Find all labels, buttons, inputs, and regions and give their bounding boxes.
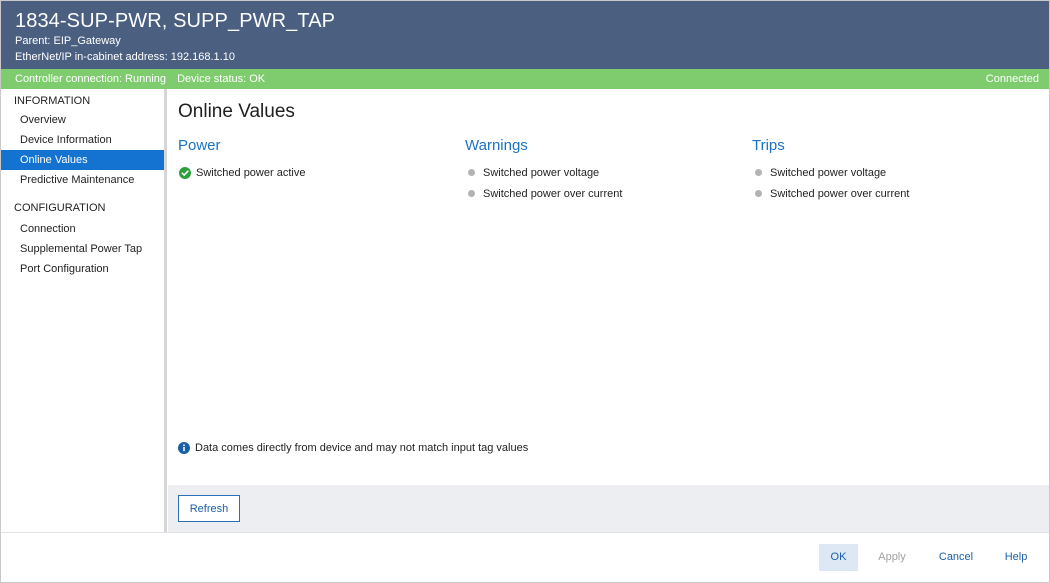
status-bar: Controller connection: Running Device st…: [1, 69, 1049, 89]
status-dot-icon: [468, 190, 475, 197]
action-bar: Refresh: [168, 485, 1049, 532]
dialog-window: 1834-SUP-PWR, SUPP_PWR_TAP Parent: EIP_G…: [0, 0, 1050, 583]
sidebar-item-connection[interactable]: Connection: [1, 219, 164, 239]
connection-status: Connected: [985, 73, 1039, 85]
apply-button[interactable]: Apply: [867, 544, 917, 571]
help-button[interactable]: Help: [997, 544, 1035, 571]
trips-section: Trips Switched power voltage Switched po…: [752, 137, 1032, 204]
trips-heading: Trips: [752, 137, 785, 154]
info-icon: [178, 442, 190, 454]
status-dot-icon: [755, 169, 762, 176]
warning-over-current-label: Switched power over current: [483, 187, 623, 200]
status-row: Switched power active: [178, 162, 458, 183]
sidebar-item-device-information[interactable]: Device Information: [1, 130, 164, 150]
dialog-header: 1834-SUP-PWR, SUPP_PWR_TAP Parent: EIP_G…: [1, 1, 1049, 69]
sidebar-item-port-configuration[interactable]: Port Configuration: [1, 259, 164, 279]
status-row: Switched power voltage: [752, 162, 1032, 183]
device-title: 1834-SUP-PWR, SUPP_PWR_TAP: [15, 10, 336, 32]
trip-over-current-label: Switched power over current: [770, 187, 910, 200]
status-dot-icon: [755, 190, 762, 197]
information-heading: INFORMATION: [14, 95, 91, 107]
status-dot-icon: [468, 169, 475, 176]
configuration-heading: CONFIGURATION: [14, 202, 106, 214]
sidebar-item-predictive-maintenance[interactable]: Predictive Maintenance: [1, 170, 164, 190]
warnings-section: Warnings Switched power voltage Switched…: [465, 137, 745, 204]
status-row: Switched power over current: [752, 183, 1032, 204]
power-section: Power Switched power active: [178, 137, 458, 183]
cancel-button[interactable]: Cancel: [931, 544, 981, 571]
device-status: Device status: OK: [177, 73, 266, 85]
sidebar-item-online-values[interactable]: Online Values: [1, 150, 164, 170]
refresh-button[interactable]: Refresh: [178, 495, 240, 522]
trip-voltage-label: Switched power voltage: [770, 166, 887, 179]
ok-button[interactable]: OK: [819, 544, 858, 571]
main-panel: Online Values Power Switched power activ…: [168, 89, 1049, 485]
warning-voltage-label: Switched power voltage: [483, 166, 600, 179]
address-label: EtherNet/IP in-cabinet address: 192.168.…: [15, 51, 235, 63]
controller-connection-status: Controller connection: Running: [15, 73, 167, 85]
parent-label: Parent: EIP_Gateway: [15, 35, 121, 47]
sidebar-item-supplemental-power-tap[interactable]: Supplemental Power Tap: [1, 239, 164, 259]
info-note-text: Data comes directly from device and may …: [195, 442, 529, 454]
sidebar-item-overview[interactable]: Overview: [1, 110, 164, 130]
status-row: Switched power over current: [465, 183, 745, 204]
check-circle-icon: [179, 166, 191, 179]
warnings-heading: Warnings: [465, 137, 528, 154]
switched-power-active-label: Switched power active: [196, 166, 306, 179]
power-heading: Power: [178, 137, 221, 154]
status-row: Switched power voltage: [465, 162, 745, 183]
dialog-footer: OK Apply Cancel Help: [1, 532, 1049, 582]
info-note: Data comes directly from device and may …: [178, 442, 528, 454]
navigation-sidebar: INFORMATION Overview Device Information …: [1, 89, 167, 532]
page-title: Online Values: [178, 101, 295, 122]
